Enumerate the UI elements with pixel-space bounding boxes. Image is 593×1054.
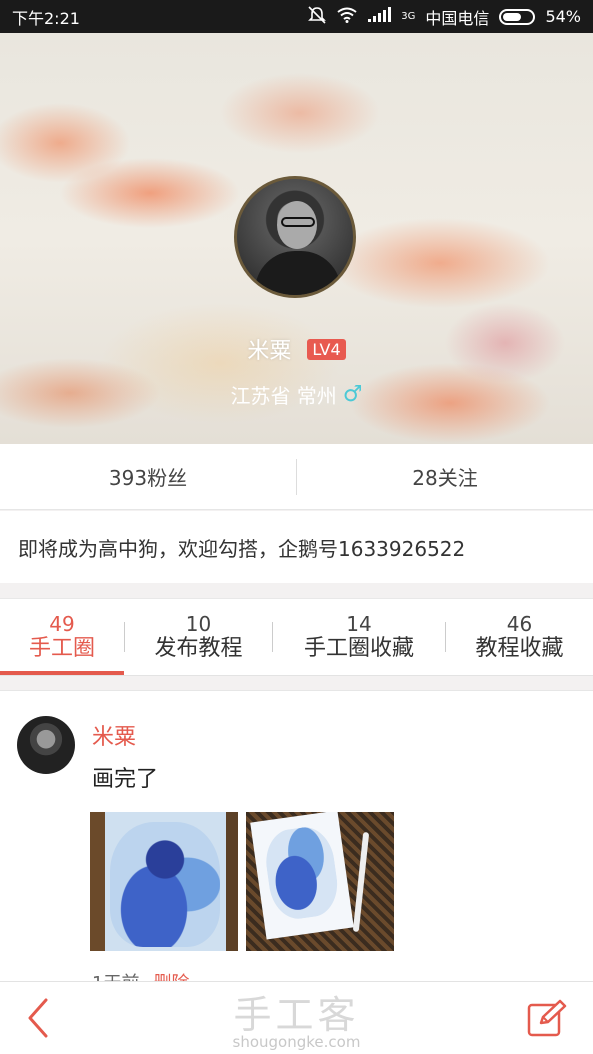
- painting-card: [250, 812, 354, 940]
- tab-count: 14: [346, 611, 372, 636]
- stats-bar: 393粉丝 28关注: [0, 444, 593, 510]
- mute-icon: [307, 5, 327, 28]
- location-row: 江苏省 常州 ♂: [0, 380, 593, 409]
- profile-header: 米粟 LV4 江苏省 常州 ♂: [0, 33, 593, 444]
- avatar-glasses: [281, 217, 315, 227]
- profile-tabs: 49 手工圈 10 发布教程 14 手工圈收藏 46 教程收藏: [0, 598, 593, 676]
- male-icon: ♂: [342, 382, 363, 407]
- watermark: 手工客 shougongke.com: [0, 984, 593, 1051]
- edit-button[interactable]: [526, 998, 568, 1038]
- chevron-left-icon: [28, 998, 48, 1038]
- wifi-icon: [337, 7, 357, 27]
- tab-count: 46: [506, 611, 533, 636]
- level-badge: LV4: [307, 338, 346, 360]
- user-location: 江苏省 常州: [230, 384, 337, 408]
- post-card[interactable]: 米粟 画完了 1天前删除: [0, 690, 593, 994]
- tab-tutorial-favorites[interactable]: 46 教程收藏: [446, 599, 593, 675]
- watermark-logo: 手工客: [233, 993, 360, 1037]
- tab-published-tutorials[interactable]: 10 发布教程: [125, 599, 272, 675]
- user-name: 米粟: [247, 339, 292, 364]
- user-bio: 即将成为高中狗，欢迎勾搭，企鹅号1633926522: [0, 511, 593, 583]
- signal-icon: [367, 6, 392, 27]
- tab-count: 10: [185, 611, 212, 636]
- post-image[interactable]: [90, 812, 238, 951]
- user-name-row: 米粟 LV4: [0, 333, 593, 365]
- battery-percent: 54%: [545, 7, 581, 26]
- tab-label: 教程收藏: [475, 635, 564, 661]
- tab-count: 49: [49, 611, 75, 636]
- watermark-url: shougongke.com: [232, 1033, 361, 1051]
- post-author-name[interactable]: 米粟: [92, 719, 136, 751]
- profile-avatar[interactable]: [234, 176, 356, 298]
- tab-circle-favorites[interactable]: 14 手工圈收藏: [273, 599, 445, 675]
- network-type: 3G: [401, 11, 416, 22]
- tab-label: 发布教程: [154, 635, 243, 661]
- avatar-body: [255, 251, 341, 295]
- edit-icon: [527, 999, 567, 1037]
- status-bar: 下午2:21 3G 中国电信 54%: [0, 0, 593, 33]
- carrier-name: 中国电信: [425, 8, 490, 28]
- fans-count[interactable]: 393粉丝: [0, 462, 296, 491]
- painting-mermaid: [110, 822, 220, 947]
- back-button[interactable]: [18, 996, 58, 1040]
- post-author-avatar[interactable]: [17, 716, 75, 774]
- tab-label: 手工圈收藏: [303, 635, 414, 661]
- post-image[interactable]: [246, 812, 394, 951]
- status-right: 3G 中国电信 54%: [307, 5, 581, 29]
- tab-handcraft-circle[interactable]: 49 手工圈: [0, 599, 124, 675]
- battery-icon: [499, 8, 536, 25]
- tab-label: 手工圈: [28, 635, 95, 661]
- following-count[interactable]: 28关注: [297, 462, 593, 491]
- battery-fill: [503, 12, 521, 21]
- post-text: 画完了: [92, 767, 159, 792]
- status-time: 下午2:21: [12, 8, 80, 28]
- bottom-bar: 手工客 shougongke.com: [0, 981, 593, 1054]
- pen: [352, 831, 370, 933]
